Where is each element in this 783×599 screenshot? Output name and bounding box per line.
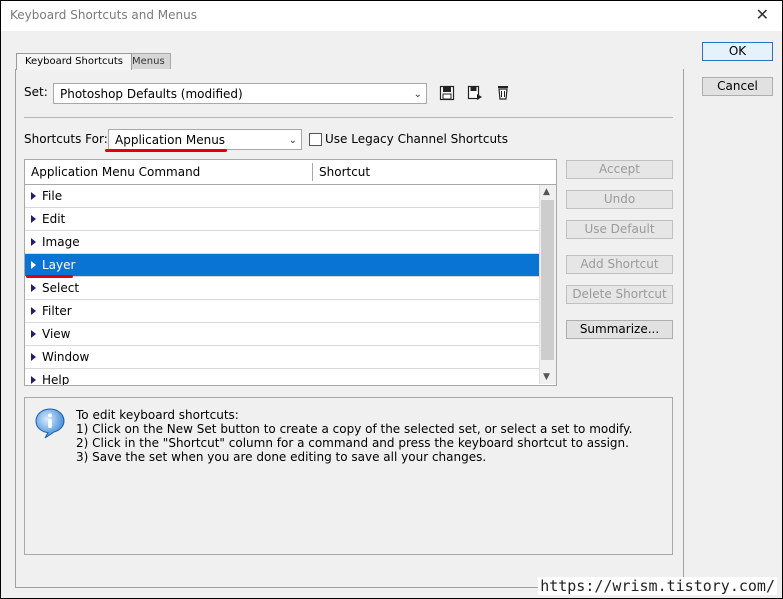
info-line: 2) Click in the "Shortcut" column for a … bbox=[76, 436, 629, 450]
annotation-underline bbox=[105, 149, 227, 152]
table-row[interactable]: Select bbox=[25, 277, 540, 300]
expand-triangle-icon[interactable] bbox=[31, 353, 36, 361]
table-header: Application Menu Command Shortcut bbox=[25, 160, 556, 185]
table-row[interactable]: View bbox=[25, 323, 540, 346]
column-separator bbox=[312, 163, 313, 181]
table-row[interactable]: Window bbox=[25, 346, 540, 369]
table-row[interactable]: File bbox=[25, 185, 540, 208]
info-line: 1) Click on the New Set button to create… bbox=[76, 422, 633, 436]
chevron-down-icon: ⌄ bbox=[413, 89, 422, 100]
cancel-button[interactable]: Cancel bbox=[702, 77, 773, 96]
expand-triangle-icon[interactable] bbox=[31, 238, 36, 246]
table-scrollbar[interactable]: ▲ ▼ bbox=[539, 185, 556, 384]
info-icon bbox=[35, 408, 65, 439]
expand-triangle-icon[interactable] bbox=[31, 215, 36, 223]
close-icon[interactable]: ✕ bbox=[756, 5, 769, 24]
expand-triangle-icon[interactable] bbox=[31, 192, 36, 200]
ok-button[interactable]: OK bbox=[702, 42, 773, 61]
expand-triangle-icon[interactable] bbox=[31, 307, 36, 315]
save-set-icon[interactable] bbox=[439, 85, 455, 101]
tab-keyboard-shortcuts[interactable]: Keyboard Shortcuts bbox=[16, 53, 132, 70]
shortcuts-for-dropdown[interactable]: Application Menus ⌄ bbox=[108, 129, 302, 150]
expand-triangle-icon[interactable] bbox=[31, 376, 36, 384]
use-default-button[interactable]: Use Default bbox=[566, 220, 673, 239]
info-panel: To edit keyboard shortcuts: 1) Click on … bbox=[24, 397, 673, 555]
info-text: To edit keyboard shortcuts: 1) Click on … bbox=[76, 408, 632, 464]
set-value: Photoshop Defaults (modified) bbox=[60, 87, 243, 101]
table-row[interactable]: Filter bbox=[25, 300, 540, 323]
scroll-down-icon[interactable]: ▼ bbox=[543, 372, 550, 382]
delete-shortcut-button[interactable]: Delete Shortcut bbox=[566, 285, 673, 304]
expand-triangle-icon[interactable] bbox=[31, 284, 36, 292]
shortcuts-table: Application Menu Command Shortcut File E… bbox=[24, 159, 557, 386]
scroll-up-icon[interactable]: ▲ bbox=[543, 187, 550, 197]
section-divider bbox=[24, 117, 673, 118]
legacy-channel-label: Use Legacy Channel Shortcuts bbox=[325, 132, 509, 146]
shortcuts-for-label: Shortcuts For: bbox=[24, 132, 108, 146]
chevron-down-icon: ⌄ bbox=[288, 135, 297, 146]
title-bar: Keyboard Shortcuts and Menus ✕ bbox=[1, 1, 782, 31]
scroll-thumb[interactable] bbox=[541, 200, 554, 360]
expand-triangle-icon[interactable] bbox=[31, 261, 36, 269]
shortcuts-for-value: Application Menus bbox=[115, 133, 226, 147]
expand-triangle-icon[interactable] bbox=[31, 330, 36, 338]
table-row[interactable]: Help bbox=[25, 369, 540, 385]
legacy-channel-checkbox[interactable] bbox=[309, 133, 322, 146]
add-shortcut-button[interactable]: Add Shortcut bbox=[566, 255, 673, 274]
table-row[interactable]: Edit bbox=[25, 208, 540, 231]
annotation-underline bbox=[26, 275, 73, 278]
info-line: 3) Save the set when you are done editin… bbox=[76, 450, 487, 464]
undo-button[interactable]: Undo bbox=[566, 190, 673, 209]
delete-set-icon[interactable] bbox=[495, 84, 511, 100]
window-title: Keyboard Shortcuts and Menus bbox=[10, 8, 197, 22]
info-line: To edit keyboard shortcuts: bbox=[76, 408, 239, 422]
watermark-url: https://wrism.tistory.com/ bbox=[538, 577, 777, 595]
save-set-as-icon[interactable] bbox=[467, 85, 483, 101]
summarize-button[interactable]: Summarize... bbox=[566, 320, 673, 339]
table-row-selected[interactable]: Layer bbox=[25, 254, 540, 277]
column-header-shortcut[interactable]: Shortcut bbox=[319, 165, 370, 179]
set-dropdown[interactable]: Photoshop Defaults (modified) ⌄ bbox=[53, 83, 427, 104]
dialog-window: Keyboard Shortcuts and Menus ✕ Keyboard … bbox=[0, 0, 783, 599]
accept-button[interactable]: Accept bbox=[566, 160, 673, 179]
set-label: Set: bbox=[24, 85, 48, 99]
column-header-command[interactable]: Application Menu Command bbox=[31, 165, 200, 179]
table-row[interactable]: Image bbox=[25, 231, 540, 254]
